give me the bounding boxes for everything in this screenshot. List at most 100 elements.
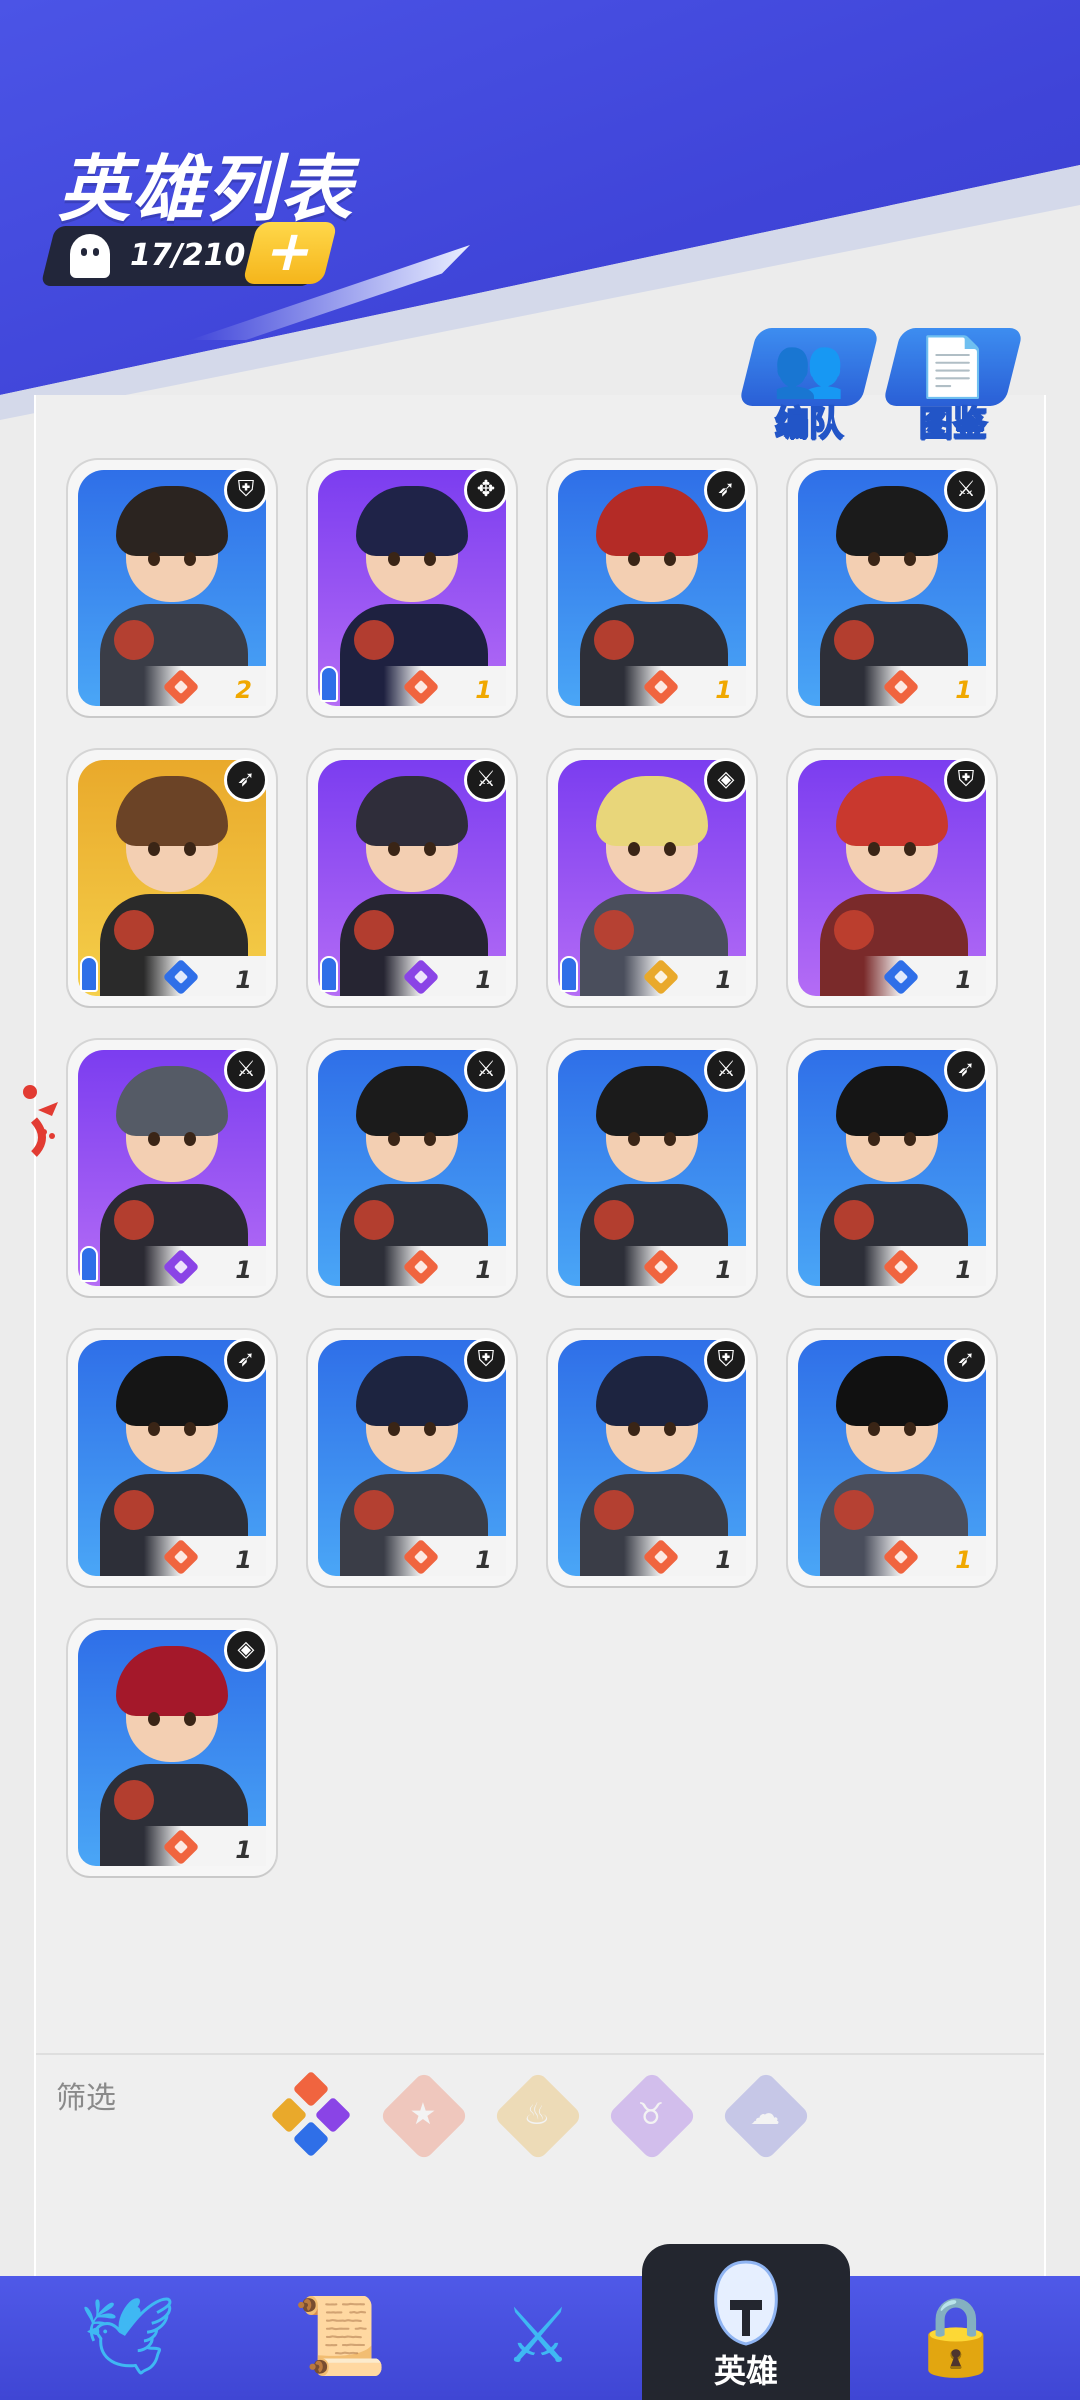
hero-hair [596,776,708,846]
sword-icon: ⚔ [464,1048,508,1092]
hero-armor [354,910,394,950]
hero-armor [354,1200,394,1240]
sword-icon: ⚔ [944,468,988,512]
person-icon [80,956,98,992]
expand-capacity-button[interactable]: + [242,219,338,284]
hero-eye [184,552,196,566]
hero-armor [114,910,154,950]
nav-heroes-label: 英雄 [713,2352,778,2390]
hero-level: 2 [235,676,252,704]
hero-eye [184,1712,196,1726]
bow-icon: ➶ [704,468,748,512]
hero-card[interactable]: ⚔ 1 [548,1040,756,1296]
hero-level: 1 [475,676,492,704]
hero-hair [836,1066,948,1136]
hero-armor [834,1490,874,1530]
helmet-icon [714,2260,778,2346]
hero-hair [116,1646,228,1716]
filter-divider [36,2053,1044,2055]
hero-card[interactable]: ⚔ 1 [308,750,516,1006]
hero-eye [184,1132,196,1146]
bow-icon: ➶ [944,1048,988,1092]
bow-icon: ➶ [224,1338,268,1382]
person-icon [80,1246,98,1282]
hero-hair [356,1356,468,1426]
hero-card[interactable]: ⚔ 1 [308,1040,516,1296]
hero-eye [388,1422,400,1436]
person-icon [320,666,338,702]
nav-heroes-active[interactable]: 英雄 [642,2244,850,2400]
filter-all-elements[interactable] [266,2070,356,2160]
team-formation-button[interactable]: 👥 编队 [738,328,880,445]
filter-light[interactable]: ♨ [492,2070,584,2162]
hero-eye [424,842,436,856]
hero-card[interactable]: ⛨ 1 [308,1330,516,1586]
shield-icon: ⛨ [464,1338,508,1382]
hero-card[interactable]: ➶ 1 [68,1330,276,1586]
hero-level: 1 [955,966,972,994]
hero-eye [904,1422,916,1436]
hero-eye [424,1422,436,1436]
hero-eye [904,842,916,856]
hero-eye [868,552,880,566]
person-icon [320,956,338,992]
sword-icon: ⚔ [464,758,508,802]
side-marker-icon [23,1085,58,1157]
nav-battle[interactable]: ⚔ [468,2276,608,2400]
hero-eye [664,552,676,566]
team-icon: 👥 [772,333,846,401]
hero-card[interactable]: ⛨ 1 [788,750,996,1006]
hero-eye [148,842,160,856]
star-icon: ★ [409,2097,437,2132]
hero-armor [834,1200,874,1240]
hero-eye [388,842,400,856]
hero-armor [594,910,634,950]
hero-card[interactable]: ⚔ 1 [788,460,996,716]
all-elements-icon [272,2072,350,2156]
hero-level: 1 [955,676,972,704]
hero-card[interactable]: ◈ 1 [68,1620,276,1876]
filter-shadow[interactable]: ♉ [606,2070,698,2162]
hero-card[interactable]: ➶ 1 [548,460,756,716]
hero-eye [904,552,916,566]
hero-card[interactable]: ⚔ 1 [68,1040,276,1296]
hero-level: 1 [475,966,492,994]
hero-card[interactable]: ⛨ 1 [548,1330,756,1586]
hero-card[interactable]: ➶ 1 [68,750,276,1006]
hero-card[interactable]: ⛨ 2 [68,460,276,716]
hero-eye [424,552,436,566]
codex-button[interactable]: 📄 图鉴 [882,328,1024,445]
nav-wings[interactable]: 🕊 [58,2276,198,2400]
hero-eye [184,842,196,856]
hero-hair [116,1066,228,1136]
person-icon [560,956,578,992]
hero-level: 1 [235,1256,252,1284]
hero-level: 1 [235,1546,252,1574]
hero-level: 1 [955,1256,972,1284]
nav-locked[interactable]: 🔒 [886,2276,1026,2400]
hero-armor [114,620,154,660]
hero-card[interactable]: ➶ 1 [788,1330,996,1586]
hero-hair [596,1356,708,1426]
hero-armor [594,1490,634,1530]
wings-icon: 🕊 [79,2291,177,2380]
hero-eye [904,1132,916,1146]
hero-eye [148,1422,160,1436]
hero-card[interactable]: ✥ 1 [308,460,516,716]
hero-armor [114,1780,154,1820]
filter-water[interactable]: ☁ [720,2070,812,2162]
lock-icon: 🔒 [908,2291,1004,2380]
hero-level: 1 [715,1256,732,1284]
hero-card[interactable]: ◈ 1 [548,750,756,1006]
hero-hair [596,486,708,556]
hero-eye [868,1132,880,1146]
horns-icon: ♉ [637,2097,665,2132]
hero-card[interactable]: ➶ 1 [788,1040,996,1296]
hero-eye [628,842,640,856]
filter-fire[interactable]: ★ [378,2070,470,2162]
nav-scroll[interactable]: 📜 [270,2276,410,2400]
cross-icon: ✥ [464,468,508,512]
hero-hair [356,1066,468,1136]
team-button-label: 编队 [774,403,844,445]
sword-icon: ⚔ [704,1048,748,1092]
